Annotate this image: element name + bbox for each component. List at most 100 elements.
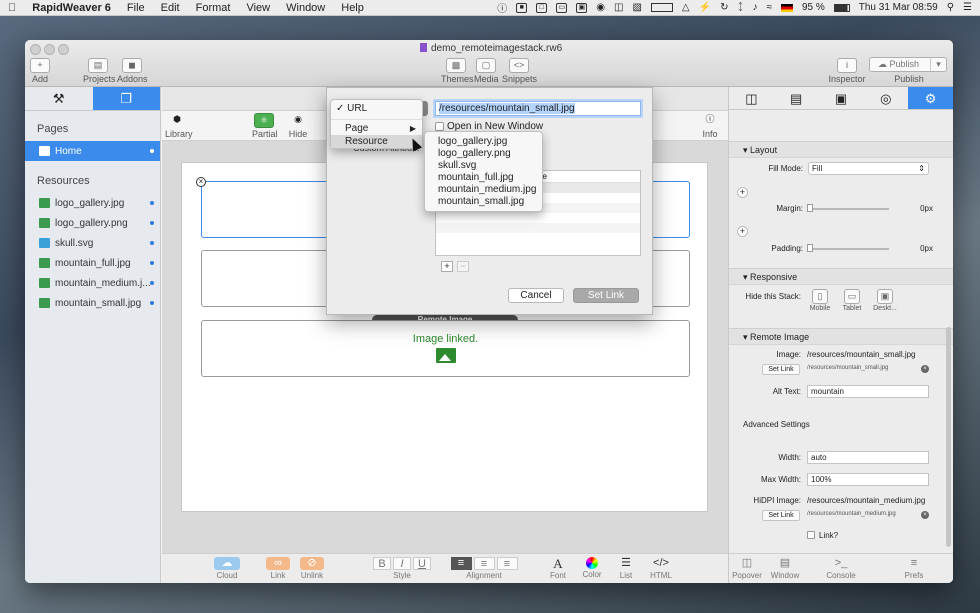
library-button[interactable]: ⬢ Library [165,113,193,139]
page-item-home[interactable]: Home [25,141,160,161]
resource-item[interactable]: logo_gallery.jpg [25,193,160,213]
copy-status-icon[interactable]: ▣ [576,2,588,13]
menu-format[interactable]: Format [188,2,239,14]
remove-attribute-button[interactable]: − [457,261,469,272]
resource-item[interactable]: mountain_medium.j... [25,273,160,293]
spotlight-icon[interactable]: ⚲ [947,2,954,13]
align-center-button[interactable]: ≡ [473,557,495,570]
clear-image-icon[interactable]: × [921,365,929,373]
status-app-icon[interactable]: ■ [516,2,528,13]
table-row[interactable] [436,223,640,233]
table-row[interactable] [436,233,640,243]
menu-edit[interactable]: Edit [153,2,188,14]
flag-icon[interactable] [780,3,793,12]
unlink-button[interactable]: ⊘ Unlink [300,557,324,580]
font-button[interactable]: A Font [546,557,570,580]
projects-button[interactable]: ▤ Projects [83,58,116,84]
bluetooth-icon[interactable]: ᛨ [737,2,743,13]
add-margin-button[interactable]: + [737,187,748,198]
align-right-button[interactable]: ≡ [496,557,518,570]
submenu-item[interactable]: mountain_full.jpg [425,172,542,184]
hide-mobile-toggle[interactable]: ▯ Mobile [805,289,835,312]
close-window-button[interactable] [30,44,41,55]
menu-item-page[interactable]: Page ▶ [331,123,422,135]
snippets-button[interactable]: <> Snippets [502,58,537,84]
clip-status-icon[interactable]: ▧ [632,2,641,13]
padding-slider-thumb[interactable] [807,244,813,252]
window-button[interactable]: ▤ Window [769,557,801,580]
image-set-link-button[interactable]: Set Link [762,364,800,375]
cloud-button[interactable]: ☁ Cloud [214,557,240,580]
airplay-icon[interactable]: △ [682,2,690,13]
underline-button[interactable]: U [413,557,431,570]
tab-header[interactable]: ▣ [819,87,864,109]
add-padding-button[interactable]: + [737,226,748,237]
remote-image-stack[interactable]: Image linked. [201,320,690,377]
max-width-input[interactable]: 100% [807,473,929,486]
battery-strip-icon[interactable] [650,3,673,12]
info-button[interactable]: ⓘ Info [698,113,722,139]
console-button[interactable]: >_ Console [825,557,857,580]
bolt-icon[interactable]: ⚡ [699,2,711,13]
submenu-item[interactable]: logo_gallery.jpg [425,136,542,148]
themes-button[interactable]: ▩ Themes [441,58,474,84]
resource-item[interactable]: mountain_full.jpg [25,253,160,273]
clear-hidpi-icon[interactable]: × [921,511,929,519]
submenu-item[interactable]: mountain_small.jpg [425,196,542,208]
sync-icon[interactable]: ↻ [720,2,728,13]
cancel-button[interactable]: Cancel [508,288,564,303]
popover-button[interactable]: ◫ Popover [731,557,763,580]
html-button[interactable]: </> HTML [648,557,674,580]
share-status-icon[interactable]: ◫ [614,2,623,13]
menu-file[interactable]: File [119,2,153,14]
publish-button[interactable]: ☁ Publish ▾ [869,57,947,72]
add-button[interactable]: + Add [28,58,52,84]
menu-item-url[interactable]: ✓ URL [331,102,422,116]
media-button[interactable]: ▢ Media [474,58,499,84]
publish-menu-arrow-icon[interactable]: ▾ [930,58,946,71]
add-attribute-button[interactable]: + [441,261,453,272]
clock[interactable]: Thu 31 Mar 08:59 [859,2,938,13]
submenu-item[interactable]: skull.svg [425,160,542,172]
menu-view[interactable]: View [238,2,278,14]
zoom-window-button[interactable] [58,44,69,55]
tab-pages[interactable]: ❐ [92,87,160,110]
display-status-icon[interactable]: ▭ [556,2,568,13]
link-checkbox[interactable] [807,531,815,539]
hide-tablet-toggle[interactable]: ▭ Tablet [837,289,867,312]
resource-item[interactable]: mountain_small.jpg [25,293,160,313]
info-status-icon[interactable]: ⓘ [497,0,507,15]
inspector-scrollbar[interactable] [946,327,951,547]
minimize-window-button[interactable] [44,44,55,55]
hide-desktop-toggle[interactable]: ▣ Deskt... [870,289,900,312]
fill-mode-select[interactable]: Fill ⇕ [808,162,929,175]
submenu-item[interactable]: logo_gallery.png [425,148,542,160]
set-link-button[interactable]: Set Link [573,288,639,303]
partial-button[interactable]: ⚛ Partial [252,113,278,139]
menu-app[interactable]: RapidWeaver 6 [24,2,119,14]
open-new-window-checkbox[interactable] [435,122,444,131]
margin-slider-thumb[interactable] [807,204,813,212]
hidpi-set-link-button[interactable]: Set Link [762,510,800,521]
volume-icon[interactable]: ♪ [752,2,757,13]
link-button[interactable]: ∞ Link [266,557,290,580]
italic-button[interactable]: I [393,557,411,570]
notification-center-icon[interactable]: ☰ [963,2,972,13]
list-button[interactable]: ☰ List [614,557,638,580]
margin-slider[interactable] [808,208,889,210]
color-button[interactable]: Color [580,557,604,579]
prefs-button[interactable]: ≡ Prefs [899,557,929,580]
alt-text-input[interactable]: mountain [807,385,929,398]
delete-stack-icon[interactable]: × [196,177,206,187]
screen-status-icon[interactable]: □ [536,2,548,13]
camera-status-icon[interactable]: ◉ [596,2,605,13]
tab-tools[interactable]: ⚒ [25,87,93,110]
align-left-button[interactable]: ≡ [450,557,472,570]
responsive-section[interactable]: ▾ Responsive [729,268,953,285]
resource-item[interactable]: logo_gallery.png [25,213,160,233]
menu-window[interactable]: Window [278,2,333,14]
padding-slider[interactable] [808,248,889,250]
layout-section[interactable]: ▾ Layout [729,141,953,158]
tab-code[interactable]: ◎ [863,87,908,109]
tab-stacks[interactable]: ⚙ [908,87,953,109]
